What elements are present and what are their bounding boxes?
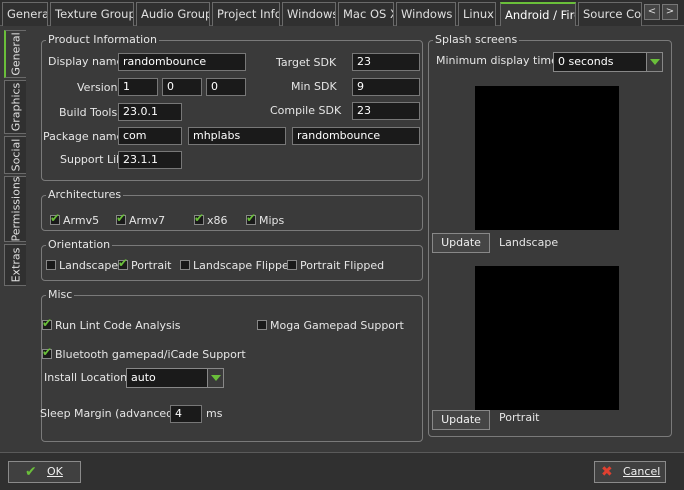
check-icon: ✔ bbox=[194, 211, 205, 225]
checkbox-box bbox=[287, 260, 297, 270]
checkbox-box: ✔ bbox=[118, 256, 129, 270]
version-patch-field[interactable]: 0 bbox=[206, 78, 246, 96]
side-tab-extras[interactable]: Extras bbox=[4, 244, 26, 286]
check-icon: ✔ bbox=[50, 211, 61, 225]
checkbox-box: ✔ bbox=[42, 316, 53, 330]
architectures-group: Architectures ✔ Armv5 ✔ Armv7 ✔ x86 ✔ Mips bbox=[41, 188, 423, 231]
install-location-select[interactable]: auto bbox=[126, 368, 224, 388]
compile-sdk-field[interactable]: 23 bbox=[352, 102, 420, 120]
tab-windows[interactable]: Windows bbox=[282, 2, 336, 26]
display-name-field[interactable]: randombounce bbox=[118, 53, 246, 71]
cancel-button[interactable]: ✖ Cancel bbox=[594, 461, 666, 483]
tab-scroll-right-icon[interactable]: > bbox=[662, 4, 678, 20]
package-name-part1-field[interactable]: com bbox=[118, 127, 182, 145]
group-title: Splash screens bbox=[433, 33, 520, 47]
build-tools-field[interactable]: 23.0.1 bbox=[118, 103, 182, 121]
tab-scroll-left-icon[interactable]: < bbox=[644, 4, 660, 20]
group-title: Architectures bbox=[46, 188, 124, 202]
update-landscape-button[interactable]: Update bbox=[432, 233, 490, 253]
package-name-part2-field[interactable]: mhplabs bbox=[188, 127, 286, 145]
checkbox-box: ✔ bbox=[50, 211, 61, 225]
checkbox-box bbox=[180, 260, 190, 270]
armv7-checkbox[interactable]: ✔ Armv7 bbox=[116, 211, 165, 228]
tab-windows-8[interactable]: Windows 8 bbox=[396, 2, 456, 26]
tab-linux[interactable]: Linux bbox=[458, 2, 496, 26]
run-lint-checkbox[interactable]: ✔ Run Lint Code Analysis bbox=[42, 316, 181, 333]
checkbox-box bbox=[257, 320, 267, 330]
check-icon: ✔ bbox=[118, 256, 129, 270]
min-sdk-field[interactable]: 9 bbox=[352, 78, 420, 96]
support-lib-field[interactable]: 23.1.1 bbox=[118, 151, 182, 169]
landscape-splash-preview bbox=[475, 86, 619, 230]
check-icon: ✔ bbox=[42, 316, 53, 330]
tab-mac-os-x[interactable]: Mac OS X bbox=[338, 2, 394, 26]
side-tab-permissions[interactable]: Permissions bbox=[4, 176, 26, 242]
chevron-down-icon bbox=[207, 369, 223, 387]
landscape-checkbox[interactable]: Landscape bbox=[46, 259, 118, 273]
bluetooth-gamepad-checkbox[interactable]: ✔ Bluetooth gamepad/iCade Support bbox=[42, 345, 246, 362]
armv5-checkbox[interactable]: ✔ Armv5 bbox=[50, 211, 99, 228]
compile-sdk-label: Compile SDK bbox=[270, 104, 342, 117]
x86-checkbox[interactable]: ✔ x86 bbox=[194, 211, 228, 228]
landscape-label: Landscape bbox=[499, 236, 559, 249]
display-name-label: Display name bbox=[48, 55, 124, 68]
portrait-splash-preview bbox=[475, 266, 619, 410]
target-sdk-label: Target SDK bbox=[276, 56, 337, 69]
install-location-label: Install Location: bbox=[44, 371, 131, 384]
group-title: Misc bbox=[46, 288, 75, 302]
checkbox-box: ✔ bbox=[194, 211, 205, 225]
check-icon: ✔ bbox=[42, 345, 53, 359]
mips-checkbox[interactable]: ✔ Mips bbox=[246, 211, 284, 228]
dialog-footer: ✔ OK ✖ Cancel bbox=[0, 452, 684, 490]
group-title: Orientation bbox=[46, 238, 113, 252]
version-minor-field[interactable]: 0 bbox=[162, 78, 202, 96]
orientation-group: Orientation Landscape ✔ Portrait Landscap… bbox=[41, 238, 423, 281]
target-sdk-field[interactable]: 23 bbox=[352, 53, 420, 71]
misc-group: Misc ✔ Run Lint Code Analysis Moga Gamepa… bbox=[40, 288, 423, 442]
update-portrait-button[interactable]: Update bbox=[432, 410, 490, 430]
check-icon: ✔ bbox=[116, 211, 127, 225]
min-display-time-select[interactable]: 0 seconds bbox=[553, 52, 663, 72]
support-lib-label: Support Lib bbox=[60, 153, 124, 166]
min-display-time-label: Minimum display time: bbox=[436, 54, 562, 67]
tab-android-fire[interactable]: Android / Fire bbox=[500, 2, 576, 26]
tab-project-info[interactable]: Project Info bbox=[212, 2, 280, 26]
side-tab-social[interactable]: Social bbox=[4, 136, 26, 174]
tab-audio-groups[interactable]: Audio Groups bbox=[136, 2, 210, 26]
portrait-label: Portrait bbox=[499, 411, 540, 424]
checkbox-box: ✔ bbox=[246, 211, 257, 225]
side-tab-graphics[interactable]: Graphics bbox=[4, 80, 26, 134]
sleep-margin-label: Sleep Margin (advanced): bbox=[40, 407, 182, 420]
cross-icon: ✖ bbox=[601, 464, 613, 480]
side-tab-general[interactable]: General bbox=[4, 30, 26, 78]
portrait-flipped-checkbox[interactable]: Portrait Flipped bbox=[287, 259, 384, 273]
checkbox-box: ✔ bbox=[116, 211, 127, 225]
sleep-margin-field[interactable]: 4 bbox=[170, 405, 202, 423]
splash-screens-group: Splash screens Minimum display time: 0 s… bbox=[428, 33, 672, 437]
min-sdk-label: Min SDK bbox=[291, 80, 337, 93]
check-icon: ✔ bbox=[246, 211, 257, 225]
product-information-group: Product Information Display name randomb… bbox=[41, 33, 423, 181]
checkbox-box bbox=[46, 260, 56, 270]
tab-general[interactable]: General bbox=[2, 2, 48, 26]
chevron-down-icon bbox=[646, 53, 662, 71]
portrait-checkbox[interactable]: ✔ Portrait bbox=[118, 256, 171, 273]
sleep-margin-unit: ms bbox=[206, 407, 223, 420]
tab-texture-groups[interactable]: Texture Groups bbox=[50, 2, 134, 26]
group-title: Product Information bbox=[46, 33, 159, 47]
package-name-label: Package name bbox=[43, 130, 124, 143]
checkbox-box: ✔ bbox=[42, 345, 53, 359]
moga-gamepad-checkbox[interactable]: Moga Gamepad Support bbox=[257, 319, 404, 333]
top-tab-bar: General Texture Groups Audio Groups Proj… bbox=[0, 0, 684, 26]
build-tools-label: Build Tools bbox=[59, 106, 118, 119]
version-major-field[interactable]: 1 bbox=[118, 78, 158, 96]
package-name-part3-field[interactable]: randombounce bbox=[292, 127, 420, 145]
tab-source-control[interactable]: Source Cont bbox=[578, 2, 642, 26]
version-label: Version bbox=[77, 81, 118, 94]
landscape-flipped-checkbox[interactable]: Landscape Flipped bbox=[180, 259, 296, 273]
check-icon: ✔ bbox=[25, 464, 37, 480]
ok-button[interactable]: ✔ OK bbox=[8, 461, 81, 483]
